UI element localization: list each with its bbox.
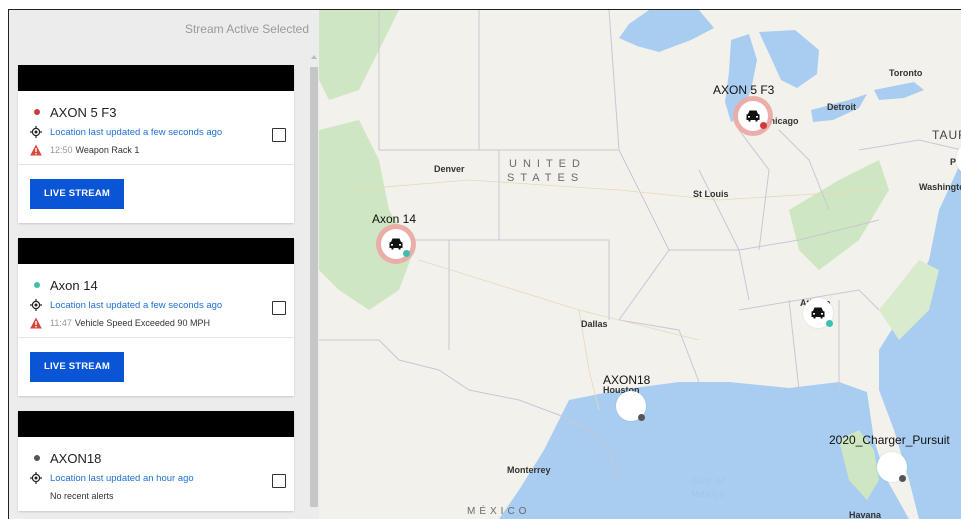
- select-unit-checkbox[interactable]: [272, 128, 286, 142]
- map-label-monterrey: Monterrey: [507, 465, 551, 475]
- car-icon: [389, 238, 403, 250]
- unit-sidebar: Stream Active Selected AXON 5 F3 Locatio…: [9, 10, 319, 519]
- map-label-toronto: Toronto: [889, 68, 923, 78]
- vehicle-marker-axon18[interactable]: [616, 391, 646, 421]
- live-stream-button[interactable]: LIVE STREAM: [30, 179, 124, 209]
- marker-label-axon18: AXON18: [603, 373, 651, 387]
- scroll-up-arrow-icon[interactable]: [311, 55, 317, 59]
- card-body: Axon 14 Location last updated a few seco…: [18, 264, 294, 338]
- unit-card[interactable]: AXON 5 F3 Location last updated a few se…: [18, 65, 294, 223]
- map-label-taurus: TAURU: [932, 128, 961, 142]
- car-icon: [811, 307, 825, 319]
- status-dot: [899, 475, 906, 482]
- lake-huron: [759, 30, 819, 88]
- card-body: AXON 5 F3 Location last updated a few se…: [18, 91, 294, 165]
- status-dot: [34, 282, 40, 288]
- card-body: AXON18 Location last updated an hour ago…: [18, 437, 294, 511]
- map-view[interactable]: Toronto Detroit TAURU P Washingto Denver…: [319, 10, 961, 519]
- pacific-nw-green: [319, 10, 399, 100]
- unit-name: Axon 14: [50, 277, 98, 293]
- map-label-gulf-mexico: Mexico: [691, 489, 726, 499]
- lake-ontario: [874, 82, 924, 100]
- car-icon: [746, 110, 760, 122]
- vehicle-marker-2020-charger-pursuit[interactable]: [877, 452, 907, 482]
- warning-icon: [30, 317, 42, 329]
- map-label-gulf: Gulf of: [691, 476, 725, 486]
- unit-name: AXON 5 F3: [50, 104, 117, 120]
- status-dot: [403, 250, 410, 257]
- vehicle-marker-atlanta[interactable]: [803, 298, 833, 328]
- map-label-washington: Washingto: [919, 182, 961, 192]
- vehicle-marker-axon-14[interactable]: [376, 224, 416, 264]
- alert-text: Weapon Rack 1: [75, 145, 140, 155]
- appalachian-green: [789, 160, 889, 270]
- scrollbar-thumb[interactable]: [310, 67, 318, 507]
- sidebar-scrollbar[interactable]: [309, 55, 319, 515]
- alert-text: No recent alerts: [50, 491, 114, 501]
- status-dot: [638, 414, 645, 421]
- card-video-thumbnail: [18, 65, 294, 91]
- location-status-link[interactable]: Location last updated an hour ago: [50, 473, 194, 484]
- vehicle-marker-axon-5-f3[interactable]: [733, 96, 773, 136]
- location-status-link[interactable]: Location last updated a few seconds ago: [50, 300, 222, 311]
- location-status-link[interactable]: Location last updated a few seconds ago: [50, 127, 222, 138]
- map-label-united: UNITED: [509, 158, 586, 170]
- status-dot: [34, 109, 40, 115]
- unit-name: AXON18: [50, 450, 102, 466]
- location-crosshair-icon: [30, 126, 42, 138]
- map-label-detroit: Detroit: [827, 102, 856, 112]
- unit-card[interactable]: AXON18 Location last updated an hour ago…: [18, 411, 294, 511]
- map-label-states: STATES: [507, 172, 585, 184]
- map-label-mexico: MÉXICO: [467, 506, 531, 517]
- select-unit-checkbox[interactable]: [272, 474, 286, 488]
- live-stream-button[interactable]: LIVE STREAM: [30, 352, 124, 382]
- card-video-thumbnail: [18, 411, 294, 437]
- unit-card[interactable]: Axon 14 Location last updated a few seco…: [18, 238, 294, 396]
- warning-icon: [30, 144, 42, 156]
- alert-text: Vehicle Speed Exceeded 90 MPH: [74, 318, 210, 328]
- location-crosshair-icon: [30, 472, 42, 484]
- marker-label-2020-charger-pursuit: 2020_Charger_Pursuit: [829, 433, 950, 447]
- map-label-denver: Denver: [434, 164, 465, 174]
- select-unit-checkbox[interactable]: [272, 301, 286, 315]
- status-dot: [760, 122, 767, 129]
- app-frame: Stream Active Selected AXON 5 F3 Locatio…: [8, 9, 961, 519]
- map-label-dallas: Dallas: [581, 319, 608, 329]
- lake-superior: [619, 10, 714, 52]
- marker-label-axon-5-f3: AXON 5 F3: [713, 83, 775, 97]
- sidebar-header: Stream Active Selected: [184, 22, 309, 36]
- location-crosshair-icon: [30, 299, 42, 311]
- card-video-thumbnail: [18, 238, 294, 264]
- alert-time: 11:47: [50, 318, 72, 328]
- alert-time: 12:50: [50, 145, 73, 155]
- status-dot: [34, 455, 40, 461]
- status-dot: [826, 320, 833, 327]
- map-label-st-louis: St Louis: [693, 189, 729, 199]
